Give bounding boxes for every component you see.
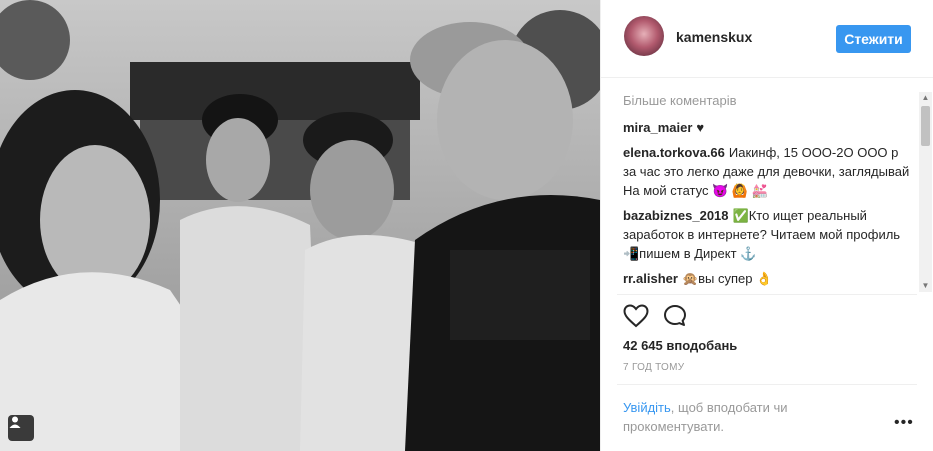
post-photo[interactable] xyxy=(0,0,600,451)
scroll-down-arrow-icon[interactable]: ▼ xyxy=(919,280,932,292)
avatar[interactable] xyxy=(624,16,664,56)
post-timestamp[interactable]: 7 ГОД ТОМУ xyxy=(623,362,684,373)
follow-button[interactable]: Стежити xyxy=(836,25,911,53)
heart-outline-icon[interactable] xyxy=(623,304,649,333)
post-details-panel: kamenskux Стежити Більше коментарів mira… xyxy=(600,0,933,451)
divider xyxy=(617,294,917,295)
username-link[interactable]: kamenskux xyxy=(676,29,752,45)
person-tag-icon[interactable] xyxy=(8,415,34,441)
instagram-post: kamenskux Стежити Більше коментарів mira… xyxy=(0,0,933,451)
scroll-up-arrow-icon[interactable]: ▲ xyxy=(919,92,932,104)
load-more-comments[interactable]: Більше коментарів xyxy=(623,91,913,110)
comment-item: elena.torkova.66 Иакинф, 15 ООО-2О ООО р … xyxy=(623,143,913,200)
comment-item: rr.alisher 🙊вы супер 👌 xyxy=(623,269,913,288)
comment-text: ♥ xyxy=(696,120,705,135)
comment-text: 🙊вы супер 👌 xyxy=(681,271,773,286)
comments-list: Більше коментарів mira_maier ♥ elena.tork… xyxy=(623,88,913,294)
comment-item: mira_maier ♥ xyxy=(623,118,913,137)
divider xyxy=(617,384,917,385)
comment-author[interactable]: elena.torkova.66 xyxy=(623,145,725,160)
comment-item: bazabiznes_2018 ✅Кто ищет реальный зарабо… xyxy=(623,206,913,263)
login-prompt: Увійдіть, щоб вподобати чи прокоментуват… xyxy=(623,398,883,436)
comment-author[interactable]: bazabiznes_2018 xyxy=(623,208,729,223)
comment-author[interactable]: rr.alisher xyxy=(623,271,678,286)
post-header: kamenskux Стежити xyxy=(601,0,933,78)
more-options-icon[interactable]: ••• xyxy=(894,414,914,432)
login-link[interactable]: Увійдіть xyxy=(623,400,671,415)
scroll-thumb[interactable] xyxy=(921,106,930,146)
likes-count[interactable]: 42 645 вподобань xyxy=(623,338,737,353)
comment-author[interactable]: mira_maier xyxy=(623,120,692,135)
speech-bubble-icon[interactable] xyxy=(663,304,689,333)
comments-scrollbar[interactable]: ▲ ▼ xyxy=(919,92,932,292)
photo-illustration xyxy=(0,0,600,451)
